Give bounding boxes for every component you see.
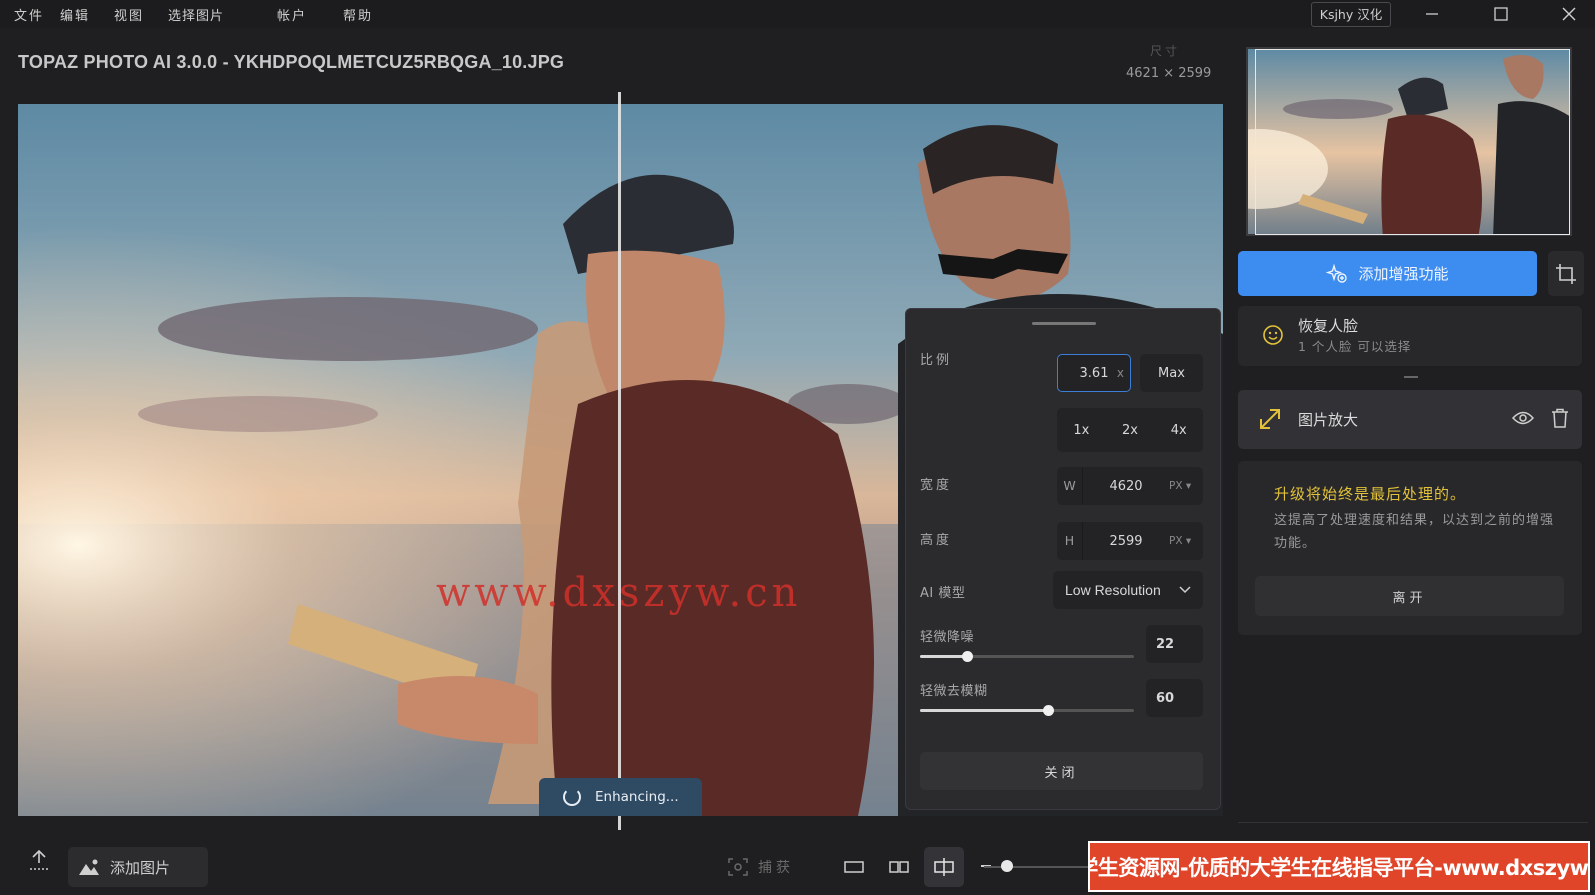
trash-icon[interactable] <box>1551 408 1569 428</box>
scale-suffix: x <box>1116 366 1124 380</box>
deblur-label: 轻微去模糊 <box>920 684 988 699</box>
width-label: 宽度 <box>920 478 953 493</box>
maximize-icon <box>1494 7 1508 21</box>
upload-icon[interactable] <box>28 848 50 872</box>
eye-icon[interactable] <box>1512 410 1534 426</box>
width-prefix: W <box>1057 467 1083 505</box>
scale-2x-button[interactable]: 2x <box>1106 423 1155 438</box>
crop-icon <box>1556 263 1576 284</box>
sparkle-icon <box>1326 263 1348 283</box>
denoise-slider-fill <box>920 655 968 658</box>
scale-4x-button[interactable]: 4x <box>1154 423 1203 438</box>
upscale-card[interactable]: 图片放大 <box>1238 390 1582 449</box>
size-label: 尺寸 <box>1150 44 1181 58</box>
split-view-icon <box>934 858 954 876</box>
height-prefix: H <box>1057 522 1083 560</box>
compare-divider[interactable] <box>618 92 621 830</box>
single-view-button[interactable] <box>834 847 874 887</box>
maximize-button[interactable] <box>1478 0 1524 28</box>
size-value: 4621 × 2599 <box>1126 66 1212 81</box>
deblur-slider-handle[interactable] <box>1043 705 1055 716</box>
document-title: TOPAZ PHOTO AI 3.0.0 - YKHDPOQLMETCUZ5RB… <box>18 52 565 72</box>
ai-model-select[interactable]: Low Resolution <box>1053 571 1203 609</box>
user-badge[interactable]: Ksjhy 汉化 <box>1311 2 1391 27</box>
sidebar-footer-edge <box>1238 822 1588 834</box>
menu-bar: 文件 编辑 视图 选择图片 帐户 帮助 Ksjhy 汉化 <box>0 0 1595 28</box>
model-label: AI 模型 <box>920 586 966 601</box>
deblur-slider[interactable] <box>920 705 1134 716</box>
menu-view[interactable]: 视图 <box>114 5 144 24</box>
menu-file[interactable]: 文件 <box>14 5 44 24</box>
menu-select-image[interactable]: 选择图片 <box>168 5 224 24</box>
denoise-label: 轻微降噪 <box>920 630 975 645</box>
mountain-image-icon <box>79 859 99 875</box>
drag-handle[interactable] <box>1032 322 1096 325</box>
ad-banner: 大学生资源网-优质的大学生在线指导平台-www.dxszyw.cn <box>1088 841 1590 892</box>
watermark-text: www.dxszyw.cn <box>436 570 802 616</box>
zoom-slider-handle[interactable] <box>1001 860 1013 872</box>
enhancing-label: Enhancing... <box>595 789 679 805</box>
upscale-settings-panel: 比例 3.61 x Max 1x 2x 4x 宽度 W 4620 PX ▾ 高度… <box>905 308 1221 810</box>
close-panel-button[interactable]: 关闭 <box>920 752 1203 790</box>
add-enhancement-label: 添加增强功能 <box>1358 265 1449 283</box>
navigator-thumbnail[interactable] <box>1246 47 1572 236</box>
height-unit-select[interactable]: PX ▾ <box>1169 535 1203 547</box>
menu-account[interactable]: 帐户 <box>277 5 307 24</box>
height-label: 高度 <box>920 533 953 548</box>
scale-value: 3.61 <box>1079 365 1109 381</box>
menu-edit[interactable]: 编辑 <box>60 5 90 24</box>
denoise-value-input[interactable]: 22 <box>1146 625 1203 663</box>
split-view-button[interactable] <box>924 847 964 887</box>
denoise-slider-handle[interactable] <box>962 651 974 662</box>
thumbnail-illustration <box>1248 49 1570 234</box>
width-value: 4620 <box>1109 478 1143 494</box>
scale-label: 比例 <box>920 353 953 368</box>
side-by-side-view-button[interactable] <box>879 847 919 887</box>
minimize-icon <box>1426 13 1438 15</box>
capture-label: 捕获 <box>758 860 794 876</box>
chevron-down-icon <box>1179 586 1191 594</box>
deblur-value-input[interactable]: 60 <box>1146 679 1203 717</box>
deblur-slider-fill <box>920 709 1049 712</box>
leave-button[interactable]: 离开 <box>1255 576 1564 616</box>
width-unit-select[interactable]: PX ▾ <box>1169 480 1203 492</box>
crop-button[interactable] <box>1548 251 1584 296</box>
close-icon <box>1562 7 1576 21</box>
add-image-button[interactable]: 添加图片 <box>68 847 208 887</box>
single-view-icon <box>844 861 864 873</box>
capture-icon <box>728 858 748 876</box>
minimize-button[interactable] <box>1409 0 1455 28</box>
enhancing-status: Enhancing... <box>539 778 702 816</box>
max-scale-button[interactable]: Max <box>1140 354 1203 392</box>
ai-model-value: Low Resolution <box>1065 582 1161 598</box>
add-image-label: 添加图片 <box>110 858 171 877</box>
denoise-slider[interactable] <box>920 651 1134 662</box>
face-recovery-title: 恢复人脸 <box>1298 317 1359 335</box>
scale-input[interactable]: 3.61 x <box>1057 354 1131 392</box>
height-value: 2599 <box>1109 533 1143 549</box>
menu-help[interactable]: 帮助 <box>343 5 373 24</box>
card-divider <box>1404 376 1418 378</box>
scale-multiplier-group: 1x 2x 4x <box>1057 408 1203 452</box>
close-window-button[interactable] <box>1546 0 1592 28</box>
upscale-title: 图片放大 <box>1298 411 1359 429</box>
side-by-side-icon <box>889 861 909 873</box>
capture-button[interactable]: 捕获 <box>716 847 820 887</box>
face-recovery-card[interactable]: 恢复人脸 1 个人脸 可以选择 <box>1238 306 1582 366</box>
smiley-icon <box>1263 325 1283 345</box>
face-recovery-subtitle: 1 个人脸 可以选择 <box>1298 339 1412 354</box>
expand-arrow-icon <box>1260 409 1280 429</box>
upscale-notice-card: 升级将始终是最后处理的。 这提高了处理速度和结果，以达到之前的增强功能。 离开 <box>1238 461 1582 635</box>
height-field[interactable]: H 2599 PX ▾ <box>1057 522 1203 560</box>
scale-1x-button[interactable]: 1x <box>1057 423 1106 438</box>
notice-body: 这提高了处理速度和结果，以达到之前的增强功能。 <box>1274 513 1555 551</box>
notice-title: 升级将始终是最后处理的。 <box>1274 485 1467 503</box>
width-field[interactable]: W 4620 PX ▾ <box>1057 467 1203 505</box>
spinner-icon <box>563 788 581 806</box>
add-enhancement-button[interactable]: 添加增强功能 <box>1238 251 1537 296</box>
